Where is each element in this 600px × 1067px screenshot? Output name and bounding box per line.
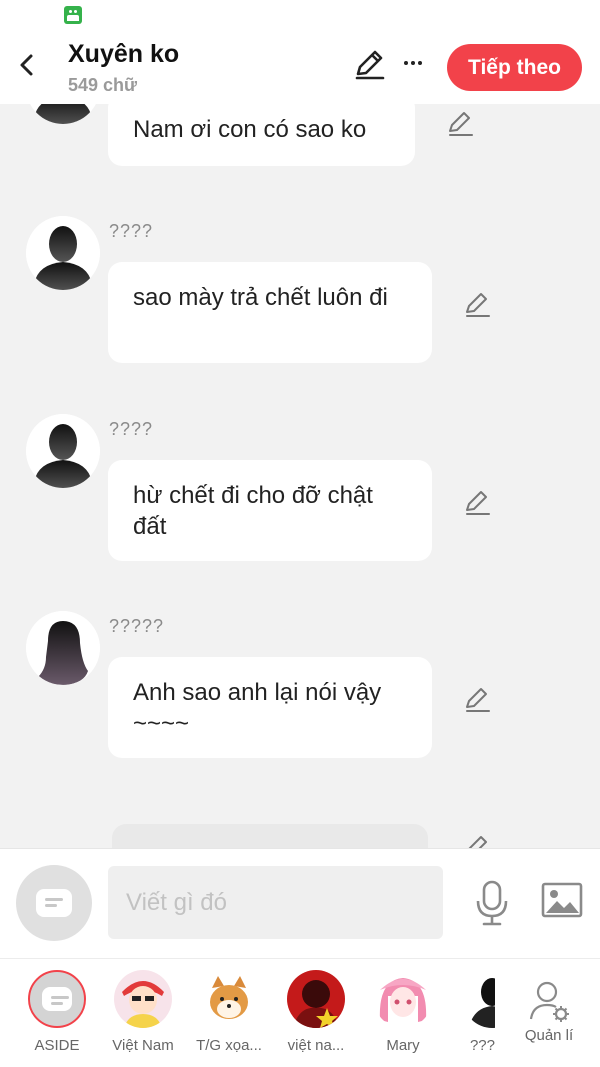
word-count: 549 chữ [68, 75, 138, 95]
status-bar [0, 0, 600, 30]
anime-character-avatar-icon [114, 970, 172, 1028]
character-item-mary[interactable]: Mary [363, 970, 443, 1054]
character-name: ??? [469, 1037, 495, 1054]
character-name: Việt Nam [112, 1037, 174, 1054]
microphone-icon [476, 880, 508, 926]
next-button[interactable]: Tiếp theo [447, 44, 582, 91]
message-text: sao mày trả chết luôn đi [133, 284, 388, 311]
edit-message-button[interactable] [463, 834, 491, 848]
composer [0, 848, 600, 958]
edit-message-button[interactable] [463, 489, 491, 517]
avatar [463, 970, 495, 1028]
male-silhouette-icon [26, 414, 100, 488]
male-silhouette-icon [463, 970, 495, 1028]
edit-message-button[interactable] [446, 110, 474, 138]
character-name: T/G xọa... [196, 1037, 262, 1054]
red-avatar-icon [287, 970, 345, 1028]
male-silhouette-icon [30, 104, 96, 124]
microphone-button[interactable] [472, 879, 512, 927]
more-options-button[interactable] [398, 48, 428, 78]
message-text: hừ chết đi cho đỡ chật đất [133, 482, 373, 540]
edit-message-button[interactable] [463, 686, 491, 714]
image-icon [541, 882, 583, 918]
manage-label: Quản lí [524, 1027, 574, 1044]
female-silhouette-icon [26, 611, 100, 685]
message-text: Anh sao anh lại nói vậy ~~~~ [133, 679, 382, 737]
pencil-icon [355, 50, 385, 80]
pencil-icon [466, 293, 490, 317]
aside-avatar [28, 970, 86, 1028]
character-item-unknown[interactable]: ??? [443, 970, 495, 1054]
message-icon [42, 987, 72, 1011]
aside-toggle-button[interactable] [16, 865, 92, 941]
message-bubble[interactable]: sao mày trả chết luôn đi [108, 262, 432, 363]
sender-name: ???? [109, 221, 154, 241]
edit-button[interactable] [352, 48, 386, 82]
chat-area[interactable]: Nam ơi con có sao ko ???? sao mày trả ch… [0, 104, 600, 848]
header: Xuyên ko 549 chữ Tiếp theo [0, 30, 600, 104]
user-settings-icon [529, 981, 569, 1022]
character-item-tg[interactable]: T/G xọa... [189, 970, 269, 1054]
pencil-icon [466, 491, 490, 515]
message-text: Nam ơi con có sao ko [133, 116, 367, 143]
avatar [114, 970, 172, 1028]
message-input[interactable] [108, 866, 443, 939]
page-title: Xuyên ko [68, 40, 180, 68]
sender-name: ????? [109, 616, 165, 636]
character-item-viet-nam[interactable]: Việt Nam [103, 970, 183, 1054]
sender-name: ???? [109, 419, 154, 439]
pencil-icon [468, 836, 487, 848]
manage-characters-button[interactable]: Quản lí [514, 979, 584, 1044]
avatar[interactable] [26, 611, 100, 685]
character-name: ASIDE [34, 1037, 80, 1054]
pink-hair-avatar-icon [374, 970, 432, 1028]
character-bar: ASIDE Việt Nam T/G xọa... việt na... Mar… [0, 958, 600, 1067]
edit-message-button[interactable] [463, 291, 491, 319]
image-button[interactable] [540, 881, 584, 921]
character-item-viet-na[interactable]: việt na... [276, 970, 356, 1054]
avatar [200, 970, 258, 1028]
avatar [374, 970, 432, 1028]
avatar[interactable] [26, 216, 100, 290]
avatar[interactable] [26, 414, 100, 488]
male-silhouette-icon [26, 216, 100, 290]
message-bubble[interactable]: Anh sao anh lại nói vậy ~~~~ [108, 657, 432, 758]
shiba-dog-avatar-icon [200, 970, 258, 1028]
message-bubble[interactable]: Nam ơi con có sao ko [108, 104, 415, 166]
message-icon [36, 889, 72, 917]
character-name: việt na... [287, 1037, 345, 1054]
back-button[interactable] [12, 50, 42, 80]
pencil-icon [466, 688, 490, 712]
character-name: Mary [386, 1037, 420, 1054]
chevron-left-icon [20, 54, 33, 76]
avatar [287, 970, 345, 1028]
avatar[interactable] [26, 104, 100, 124]
pencil-icon [449, 112, 473, 136]
character-item-aside[interactable]: ASIDE [17, 970, 97, 1054]
message-bubble-placeholder [112, 824, 428, 848]
message-bubble[interactable]: hừ chết đi cho đỡ chật đất [108, 460, 432, 561]
android-notification-icon [64, 6, 82, 24]
